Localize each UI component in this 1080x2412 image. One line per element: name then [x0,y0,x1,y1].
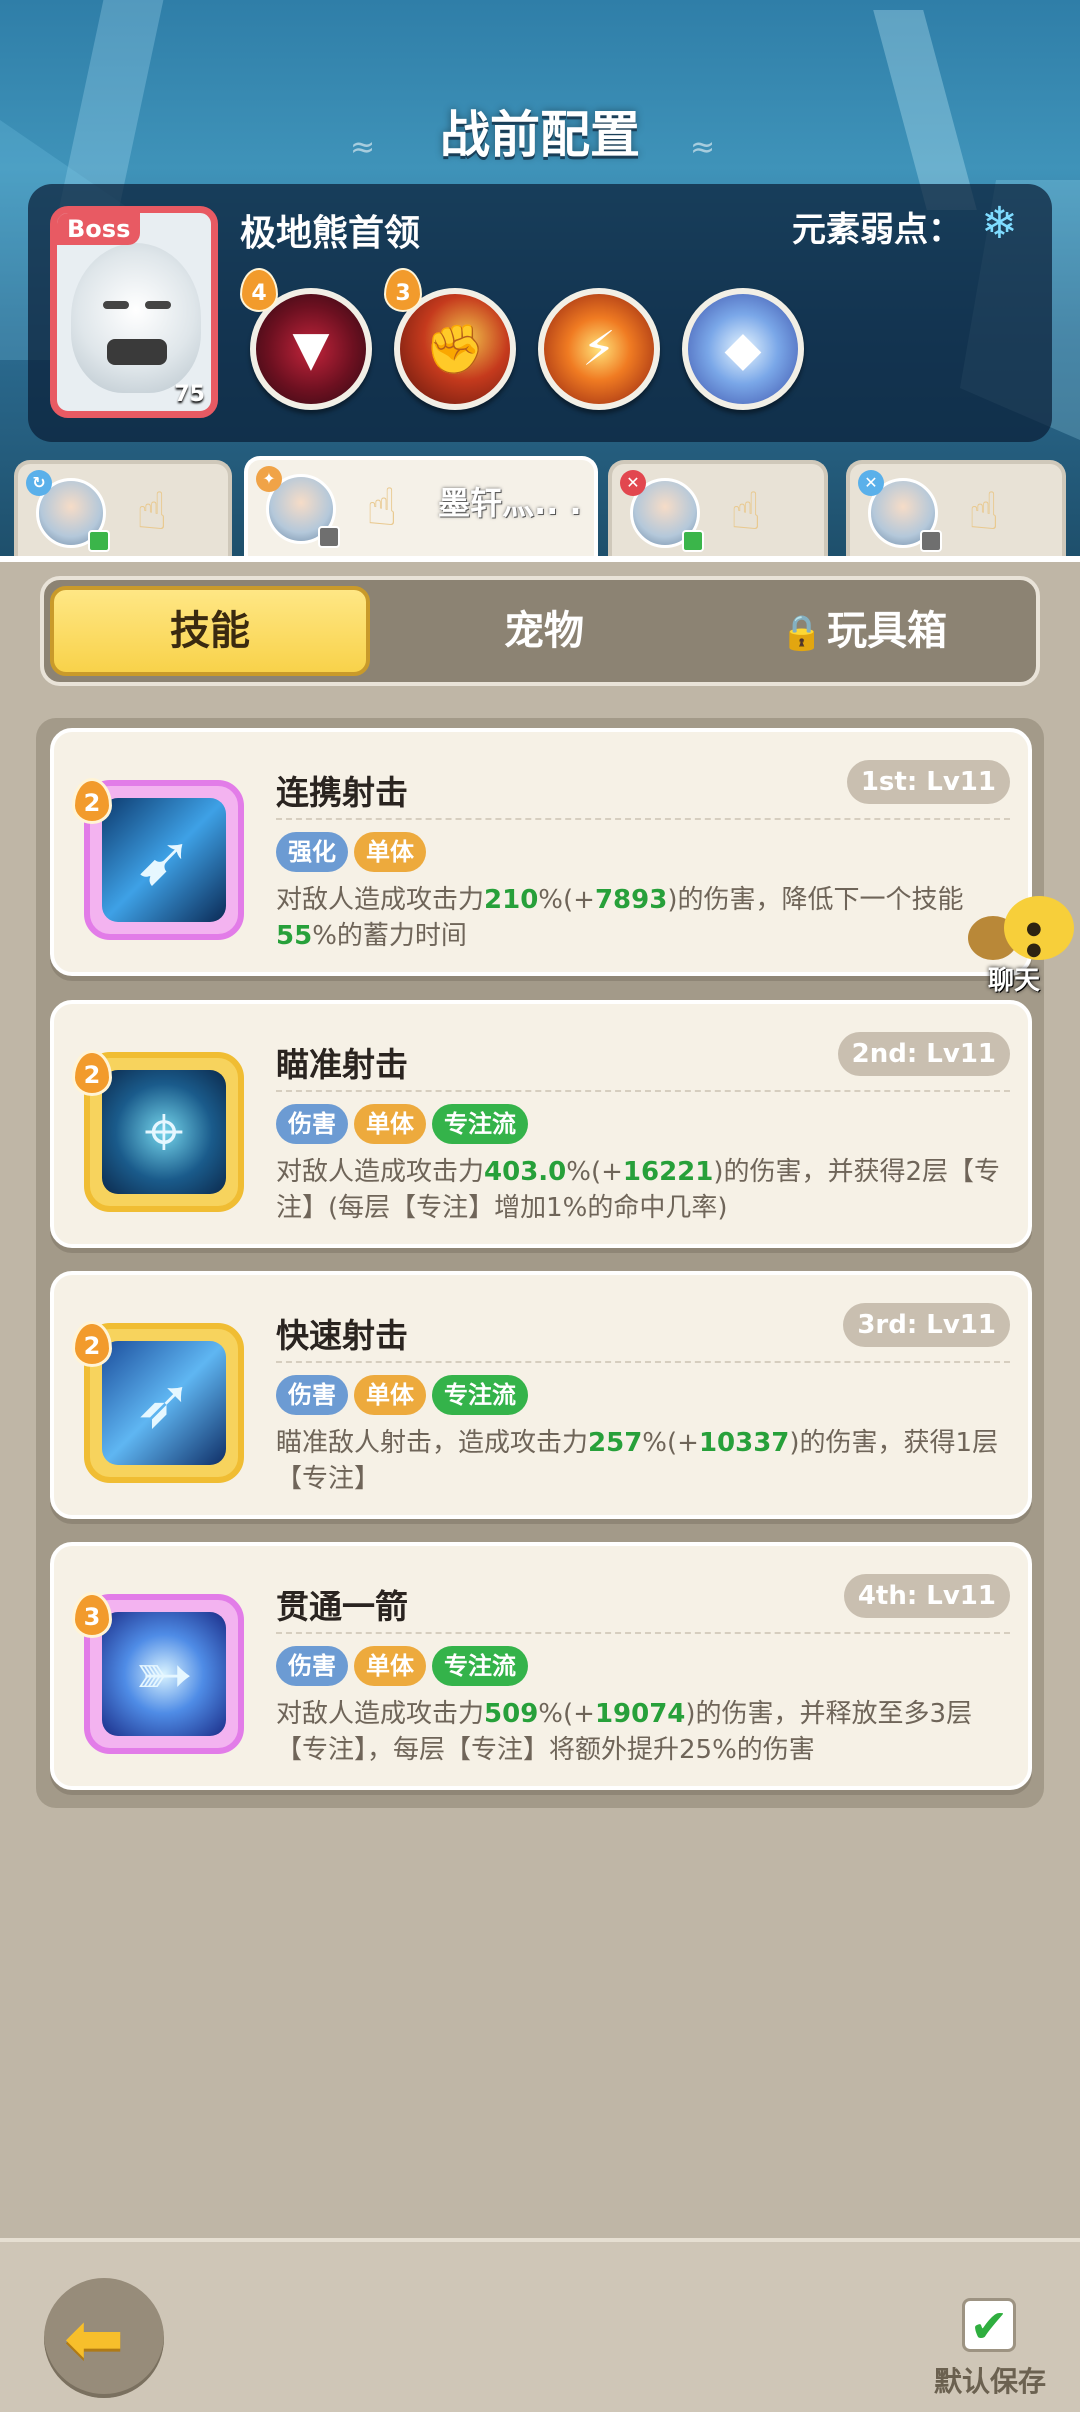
back-button[interactable]: ⬅ [44,2278,164,2398]
back-arrow-icon: ⬅ [64,2296,125,2380]
skill-name: 快速射击 [276,1316,408,1355]
skill-description: 对敌人造成攻击力509%(+19074)的伤害，并释放至多3层【专注】，每层【专… [276,1699,973,1765]
skill-tag: 强化 [276,832,348,872]
skill-cost-badge: 2 [72,1321,112,1367]
skill-tags: 伤害 单体 专注流 [276,1375,534,1415]
fire-claw-icon: ✊ [425,321,485,378]
tab-skills[interactable]: 技能 [50,586,370,676]
bottom-bar: ⬅ ✔ 默认保存 [0,2238,1080,2412]
boss-skill-flame-slash[interactable]: ⚡ [538,288,660,410]
boss-skill-cost-badge: 4 [240,268,278,312]
element-badge-icon: ✦ [256,466,282,492]
segment-tabs: 技能 宠物 🔒 玩具箱 [40,576,1040,686]
skill-tag: 单体 [354,1375,426,1415]
skill-card-3[interactable]: ➶ 2 快速射击 3rd: Lv11 伤害 单体 专注流 瞄准敌人射击，造成攻击力2… [50,1271,1032,1519]
element-badge-icon: ↻ [26,470,52,496]
skill-slot-level: 4th: Lv11 [843,1574,1010,1618]
skill-cost-badge: 2 [72,1050,112,1096]
hero-tab-1[interactable]: ↻ ☝ [14,460,232,556]
skill-tag: 专注流 [432,1104,528,1144]
boss-skill-ice-crystal[interactable]: ◆ [682,288,804,410]
polar-bear-icon [71,243,201,393]
skill-card-4[interactable]: ➳ 3 贯通一箭 4th: Lv11 伤害 单体 专注流 对敌人造成攻击力509%(… [50,1542,1032,1790]
skill-tags: 强化 单体 [276,832,432,872]
skill-name: 连携射击 [276,773,408,812]
bite-icon: ▼ [292,321,330,377]
hero-tab-2[interactable]: ✦ ☝ 墨轩灬.. . [244,456,598,556]
tab-toybox[interactable]: 🔒 玩具箱 [704,586,1024,676]
skill-tag: 专注流 [432,1646,528,1686]
boss-name: 极地熊首领 [240,213,421,254]
skill-description: 瞄准敌人射击，造成攻击力257%(+10337)的伤害，获得1层【专注】 [276,1428,999,1494]
skill-tags: 伤害 单体 专注流 [276,1646,534,1686]
bow-arrow-icon: ➶ [102,1341,226,1465]
skill-tag: 单体 [354,832,426,872]
skill-name: 贯通一箭 [276,1587,408,1626]
boss-portrait[interactable]: Boss 75 [50,206,218,418]
skill-card-1[interactable]: ➹ 2 连携射击 1st: Lv11 强化 单体 对敌人造成攻击力210%(+78… [50,728,1032,976]
checkmark-icon: ✔ [969,2299,1009,2353]
skill-tag: 伤害 [276,1646,348,1686]
divider [276,818,1010,820]
skill-cost-badge: 3 [72,1592,112,1638]
skill-tag: 伤害 [276,1104,348,1144]
hero-tab-3[interactable]: ✕ ☝ [608,460,828,556]
hero-tab-4[interactable]: ✕ ☝ [846,460,1066,556]
ready-check-icon [682,530,704,552]
tab-toybox-label: 玩具箱 [827,608,948,654]
element-badge-icon: ✕ [620,470,646,496]
skill-name: 瞄准射击 [276,1045,408,1084]
skill-slot-level: 2nd: Lv11 [837,1032,1010,1076]
page-title: 战前配置 [440,106,640,164]
skill-description: 对敌人造成攻击力210%(+7893)的伤害，降低下一个技能55%的蓄力时间 [276,885,964,951]
ice-crystal-icon: ◆ [724,321,762,377]
element-weakness-label: 元素弱点： [792,210,962,250]
tap-hand-icon: ☝ [968,482,1000,542]
default-save-checkbox[interactable]: ✔ [962,2298,1016,2352]
skill-tag: 伤害 [276,1375,348,1415]
snowflake-icon: ❄ [981,198,1018,249]
ready-check-icon [920,530,942,552]
tap-hand-icon: ☝ [136,482,168,542]
ready-check-icon [318,526,340,548]
divider [276,1090,1010,1092]
hero-name: 墨轩灬.. . [438,484,582,522]
default-save-label: 默认保存 [934,2365,1047,2398]
piercing-arrow-icon: ➳ [102,1612,226,1736]
tap-hand-icon: ☝ [366,478,398,538]
divider [276,1632,1010,1634]
boss-skill-cost-badge: 3 [384,268,422,312]
skill-cost-badge: 2 [72,778,112,824]
skill-tag: 专注流 [432,1375,528,1415]
chat-eyes: ● ● [1026,918,1050,960]
divider [276,1361,1010,1363]
boss-info-panel: Boss 75 极地熊首领 元素弱点： ❄ ▼ ✊ ⚡ ◆ 4 3 [28,184,1052,442]
flame-slash-icon: ⚡ [582,321,616,377]
lock-icon: 🔒 [780,613,824,653]
tab-pets[interactable]: 宠物 [384,586,704,676]
tap-hand-icon: ☝ [730,482,762,542]
crosshair-icon: ⌖ [102,1070,226,1194]
chat-button[interactable]: ● ● 聊天 [966,890,1080,1000]
boss-tag: Boss [57,213,141,245]
skill-slot-level: 1st: Lv11 [846,760,1010,804]
skill-card-2[interactable]: ⌖ 2 瞄准射击 2nd: Lv11 伤害 单体 专注流 对敌人造成攻击力403.0… [50,1000,1032,1248]
skill-tag: 单体 [354,1646,426,1686]
ready-check-icon [88,530,110,552]
ice-arrow-icon: ➹ [102,798,226,922]
skill-description: 对敌人造成攻击力403.0%(+16221)的伤害，并获得2层【专注】(每层【专… [276,1157,1001,1223]
boss-level: 75 [174,382,205,407]
skill-slot-level: 3rd: Lv11 [843,1303,1010,1347]
element-badge-icon: ✕ [858,470,884,496]
skill-tag: 单体 [354,1104,426,1144]
chat-label: 聊天 [988,966,1041,996]
skill-tags: 伤害 单体 专注流 [276,1104,534,1144]
